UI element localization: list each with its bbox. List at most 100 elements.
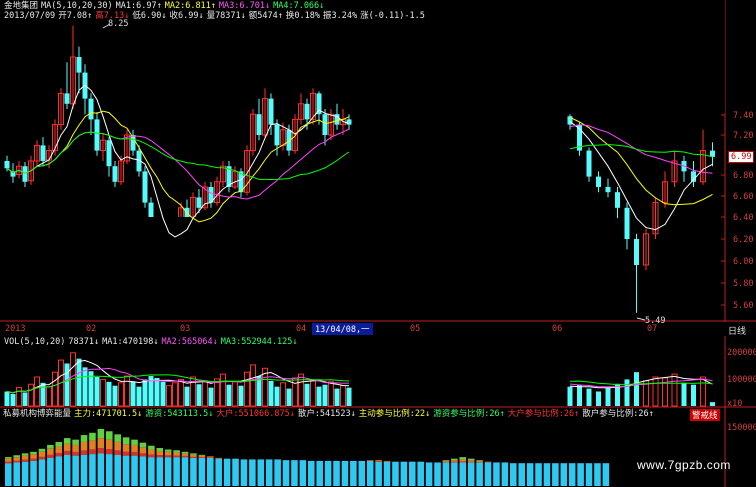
volume-pane[interactable]: VOL(5,10,20) 78371↓ MA1:470198↓ MA2:565064↓… bbox=[0, 336, 756, 409]
indicator-bar-main bbox=[350, 460, 357, 486]
volume-bar bbox=[10, 393, 16, 406]
ma4-value: MA4:7.066↓ bbox=[273, 1, 325, 11]
chart-mask bbox=[520, 0, 725, 113]
indicator-bar-main bbox=[38, 459, 46, 486]
indicator-bar-small bbox=[5, 461, 12, 464]
indicator-bar-small bbox=[30, 458, 37, 461]
volume-bar bbox=[304, 383, 310, 406]
volume-bar bbox=[586, 388, 592, 406]
indicator-bar-main bbox=[552, 463, 559, 486]
volume-bar bbox=[652, 376, 659, 407]
indicator-bar-small bbox=[80, 450, 88, 455]
indicator-bar-main bbox=[156, 457, 164, 486]
stock-name: 金地集团 bbox=[4, 1, 39, 11]
volume-bar bbox=[16, 387, 22, 407]
volume-bar bbox=[52, 371, 58, 407]
indicator-bar-main bbox=[148, 457, 155, 486]
vol-ma1: MA1:470198↓ bbox=[102, 337, 159, 347]
volume-bar bbox=[596, 391, 601, 406]
candle-body bbox=[88, 98, 94, 120]
indicator-bar-small bbox=[442, 461, 450, 463]
indicator-bar-small bbox=[139, 453, 147, 457]
indicator-bar-main bbox=[72, 455, 79, 486]
indicator-bar-main bbox=[291, 460, 298, 486]
volume-bar bbox=[624, 379, 630, 406]
indicator-bar-small bbox=[156, 454, 164, 458]
warning-line-dropdown[interactable]: 警戒线 bbox=[690, 409, 720, 421]
indicator-bar-main bbox=[585, 463, 593, 486]
indicator-bar-main bbox=[47, 457, 54, 486]
volume-bar bbox=[124, 375, 130, 407]
volume-bar bbox=[4, 391, 10, 406]
indicator-bar-main bbox=[164, 457, 172, 486]
volume-bar bbox=[46, 386, 52, 407]
indicator-bar-free bbox=[89, 432, 96, 441]
candle-body bbox=[196, 197, 202, 208]
indicator-bar-main bbox=[476, 462, 483, 486]
candle-body bbox=[4, 161, 10, 169]
indicator-bar-small bbox=[164, 455, 172, 458]
indicator-bar-main bbox=[232, 458, 239, 486]
candlestick-chart[interactable] bbox=[0, 0, 756, 322]
indicator-bar-main bbox=[30, 460, 37, 486]
indicator-bar-small bbox=[63, 450, 71, 455]
indicator-main-ratio: 主动参与比例:22↓ bbox=[358, 409, 431, 419]
volume-bar bbox=[238, 385, 244, 406]
indicator-bar-small bbox=[131, 451, 138, 456]
price-pane[interactable]: 金地集团 MA(5,10,20,30) MA1:6.97↑ MA2:6.811↑ MA3… bbox=[0, 0, 756, 337]
indicator-bar-main bbox=[257, 459, 265, 486]
volume-bar bbox=[681, 382, 687, 406]
indicator-chart[interactable] bbox=[0, 408, 756, 487]
volume-bar bbox=[136, 386, 142, 406]
vol-tick: 100000 bbox=[727, 375, 756, 385]
volume-bar bbox=[268, 380, 274, 406]
indicator-bar-main bbox=[5, 463, 12, 486]
vol-header: VOL(5,10,20) 78371↓ MA1:470198↓ MA2:565064↓… bbox=[4, 337, 301, 347]
indicator-bar-main bbox=[358, 460, 366, 486]
vol-value: 78371↓ bbox=[68, 337, 100, 347]
indicator-bar-free bbox=[47, 444, 54, 449]
candle-body bbox=[256, 114, 262, 135]
indicator-bar-small bbox=[375, 461, 382, 462]
indicator-bar-main bbox=[324, 460, 332, 486]
indicator-bar-free bbox=[459, 457, 467, 460]
rise-value: 涨(-0.11)-1.5 bbox=[360, 11, 425, 21]
volume-bar bbox=[112, 385, 118, 406]
last-price-badge: 6.99 bbox=[728, 151, 755, 163]
volume-bar bbox=[34, 376, 40, 407]
indicator-bar-main bbox=[577, 463, 584, 486]
indicator-bar-main bbox=[240, 459, 248, 486]
indicator-bar-main bbox=[207, 457, 214, 486]
close-value: 收6.99↓ bbox=[169, 11, 204, 21]
indicator-bar-main bbox=[409, 461, 416, 486]
volume-bar bbox=[671, 373, 678, 407]
candle-body bbox=[346, 119, 352, 125]
indicator-bar-small bbox=[97, 448, 105, 454]
ma-label: MA(5,10,20,30) bbox=[41, 1, 113, 11]
time-tick: 07 bbox=[647, 324, 658, 334]
volume-bar bbox=[567, 386, 573, 406]
indicator-bar-small bbox=[55, 452, 63, 457]
volume-bar bbox=[94, 377, 100, 406]
indicator-bar-free bbox=[63, 438, 71, 444]
indicator-bar-main bbox=[106, 454, 113, 486]
indicator-bar-main bbox=[249, 459, 256, 486]
indicator-bar-free bbox=[442, 460, 450, 461]
indicator-bar-main bbox=[594, 463, 601, 486]
volume-bar bbox=[346, 387, 352, 406]
candle-body bbox=[322, 114, 328, 135]
indicator-bar-free bbox=[198, 454, 206, 456]
indicator-bar-main bbox=[131, 455, 138, 486]
indicator-small: 散户:541523↓ bbox=[297, 409, 356, 419]
indicator-bar-free bbox=[476, 460, 483, 461]
volume-bar bbox=[286, 388, 292, 406]
indicator-pane[interactable]: 私募机构博弈能量 主力:471701.5↓ 游资:543113.5↓ 大户:55106… bbox=[0, 408, 756, 487]
indicator-bar-main bbox=[510, 463, 517, 486]
indicator-bar-main bbox=[333, 460, 340, 486]
indicator-bar-small bbox=[467, 461, 475, 463]
candle-body bbox=[596, 176, 601, 187]
indicator-bar-main bbox=[518, 463, 525, 486]
time-tick: 05 bbox=[410, 324, 421, 334]
indicator-header: 私募机构博弈能量 主力:471701.5↓ 游资:543113.5↓ 大户:55106… bbox=[3, 409, 657, 419]
indicator-bar-free bbox=[5, 457, 12, 459]
